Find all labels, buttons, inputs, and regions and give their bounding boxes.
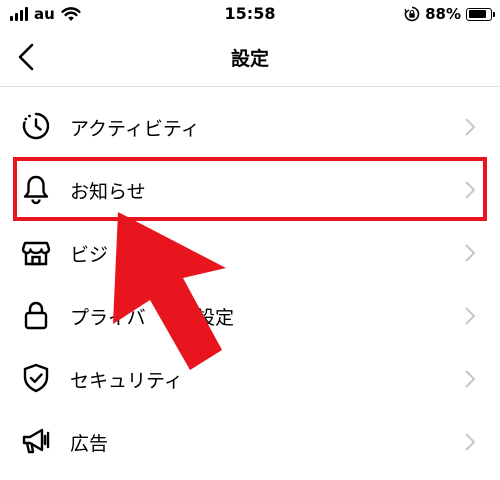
- battery-percent: 88%: [425, 5, 461, 23]
- status-bar: au 15:58 88%: [0, 0, 500, 30]
- rotation-lock-icon: [404, 6, 420, 22]
- menu-item-activity[interactable]: アクティビティ: [0, 95, 500, 158]
- chevron-right-icon: [465, 118, 476, 136]
- menu-item-label: ビジ: [70, 244, 109, 266]
- battery-icon: [466, 7, 495, 21]
- chevron-right-icon: [465, 181, 476, 199]
- menu-item-label: お知らせ: [70, 181, 146, 203]
- padlock-icon: [24, 301, 48, 330]
- menu-item-label: セキュリティ: [70, 370, 183, 392]
- menu-item-security[interactable]: セキュリティ: [0, 347, 500, 410]
- shield-check-icon: [23, 363, 49, 393]
- battery-fill: [468, 10, 487, 18]
- navigation-bar: 設定: [0, 30, 500, 87]
- megaphone-icon: [22, 428, 50, 454]
- menu-item-label: 広告: [70, 433, 109, 455]
- activity-timer-icon: [22, 112, 50, 140]
- menu-item-privacy[interactable]: プライバ 設定: [0, 284, 500, 347]
- chevron-right-icon: [465, 433, 476, 451]
- storefront-icon: [21, 241, 51, 266]
- bell-icon: [23, 175, 49, 205]
- menu-item-label: プライバ: [70, 307, 146, 329]
- status-right: 88%: [404, 5, 495, 23]
- menu-item-label-tail: 設定: [196, 307, 235, 329]
- page-title: 設定: [230, 48, 269, 70]
- chevron-right-icon: [465, 370, 476, 388]
- menu-item-label: アクティビティ: [70, 118, 200, 140]
- chevron-right-icon: [465, 307, 476, 325]
- menu-item-business[interactable]: ビジ: [0, 221, 500, 284]
- chevron-right-icon: [465, 244, 476, 262]
- settings-menu: アクティビティ お知らせ ビジ プライバ 設定 セキュリティ 広告: [0, 95, 500, 473]
- menu-item-notifications[interactable]: お知らせ: [0, 158, 500, 221]
- menu-item-ads[interactable]: 広告: [0, 410, 500, 473]
